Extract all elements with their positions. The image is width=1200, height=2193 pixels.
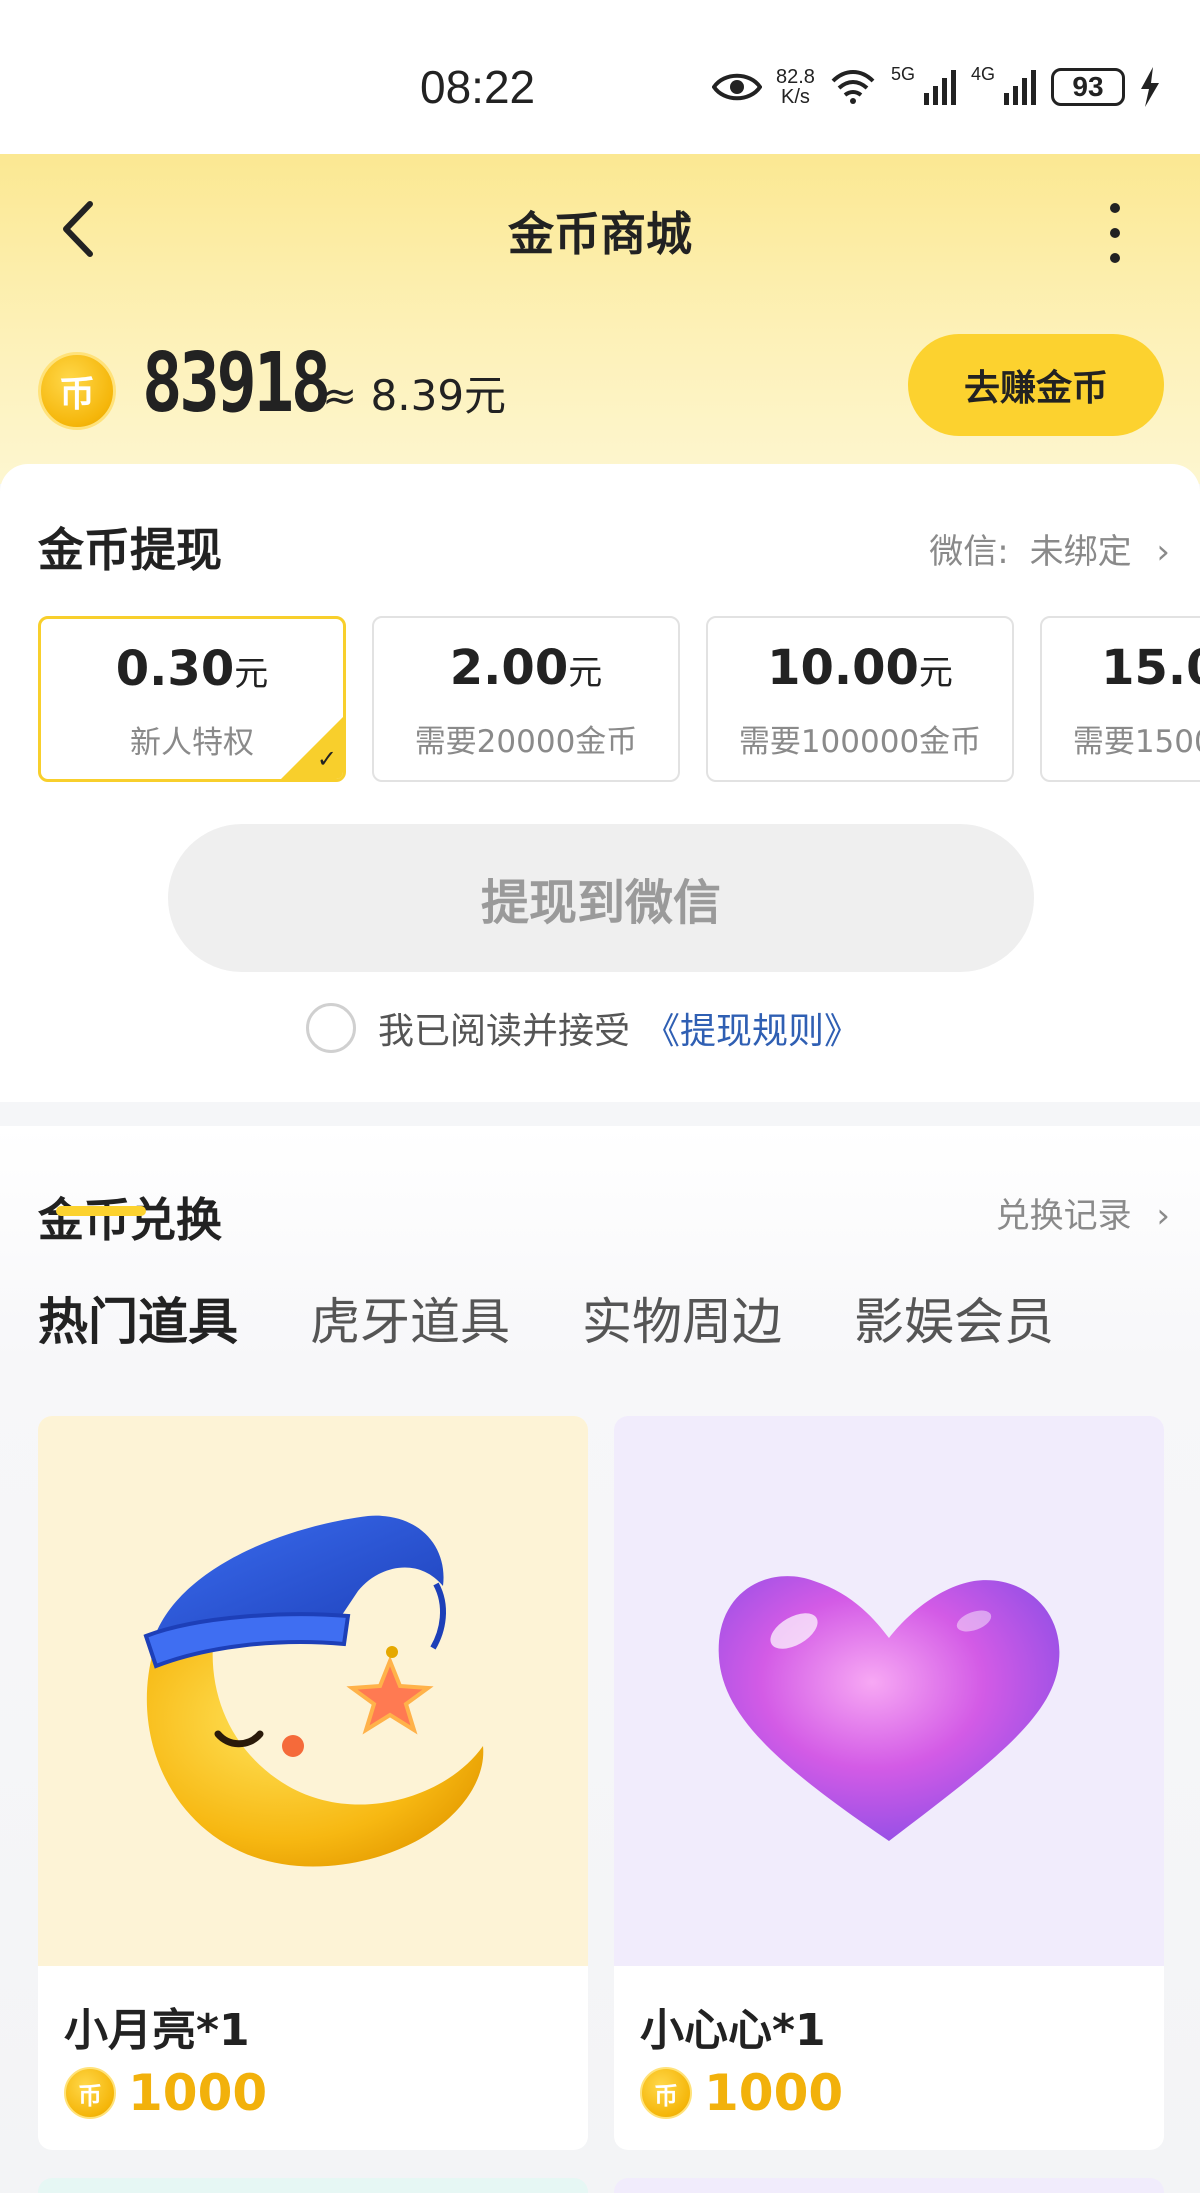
agree-checkbox[interactable]: [306, 1003, 356, 1053]
agreement-row: 我已阅读并接受 《提现规则》: [306, 1000, 860, 1056]
more-vertical-icon[interactable]: [1098, 198, 1132, 268]
page-title: 金币商城: [508, 207, 692, 261]
signal-4g-icon: [1003, 70, 1036, 105]
tab-merch[interactable]: 实物周边: [582, 1282, 782, 1354]
exchange-tabs: 热门道具 虎牙道具 实物周边 影娱会员: [38, 1282, 1054, 1354]
agree-text: 我已阅读并接受: [378, 1011, 631, 1052]
coin-icon: 币: [64, 2067, 116, 2119]
net-speed: 82.8 K/s: [776, 66, 815, 108]
exchange-title: 金币兑换: [38, 1193, 222, 1247]
status-bar: 08:22 82.8 K/s 5G 4G 93: [0, 0, 1200, 154]
withdraw-option[interactable]: 2.00元 需要20000金币: [372, 616, 680, 782]
chevron-right-icon: ›: [1156, 1196, 1170, 1236]
bind-status: 未绑定: [1029, 532, 1132, 572]
next-item-card-peek: [614, 2178, 1164, 2193]
withdraw-option[interactable]: 15.00元 需要150000金币: [1040, 616, 1200, 782]
heart-icon: [614, 1416, 1164, 1966]
bind-label: 微信:: [929, 532, 1009, 572]
exchange-history-link[interactable]: 兑换记录 ›: [996, 1188, 1170, 1237]
chevron-right-icon: ›: [1156, 532, 1170, 572]
exchange-item-card[interactable]: 小心心*1 币 1000: [614, 1416, 1164, 2150]
tab-hot-items[interactable]: 热门道具: [38, 1282, 238, 1354]
price-value: 1000: [704, 2064, 844, 2122]
next-item-card-peek: [38, 2178, 588, 2193]
coin-value-approx: ≈ 8.39元: [322, 371, 507, 420]
exchange-item-card[interactable]: 小月亮*1 币 1000: [38, 1416, 588, 2150]
coin-icon: 币: [38, 352, 116, 430]
withdraw-to-wechat-button[interactable]: 提现到微信: [168, 824, 1034, 972]
coin-icon: 币: [640, 2067, 692, 2119]
earn-coins-button[interactable]: 去赚金币: [908, 334, 1164, 436]
status-icons: 82.8 K/s 5G 4G 93: [712, 62, 1161, 112]
withdraw-title: 金币提现: [38, 523, 222, 577]
exchange-section: 金币兑换 兑换记录 › 热门道具 虎牙道具 实物周边 影娱会员 小月亮*1 币 …: [0, 1126, 1200, 2193]
item-price: 币 1000: [64, 2064, 267, 2122]
signal-4g-label: 4G: [970, 64, 995, 84]
withdraw-section: 金币提现 微信: 未绑定 › 0.30元 新人特权 ✓ 2.00元 需要2000…: [0, 464, 1200, 1102]
item-name: 小心心*1: [640, 2005, 826, 2056]
header: 金币商城 币 83918 ≈ 8.39元 去赚金币: [0, 154, 1200, 484]
withdraw-option[interactable]: 0.30元 新人特权 ✓: [38, 616, 346, 782]
price-value: 1000: [128, 2064, 268, 2122]
withdraw-option[interactable]: 10.00元 需要100000金币: [706, 616, 1014, 782]
wifi-icon: [831, 70, 875, 104]
wechat-bind-link[interactable]: 微信: 未绑定 ›: [929, 524, 1170, 573]
item-price: 币 1000: [640, 2064, 843, 2122]
tab-huya-items[interactable]: 虎牙道具: [310, 1282, 510, 1354]
battery-indicator: 93: [1050, 68, 1125, 106]
item-name: 小月亮*1: [64, 2005, 250, 2056]
signal-5g-icon: [923, 70, 956, 105]
tab-vip[interactable]: 影娱会员: [854, 1282, 1054, 1354]
coin-balance: 83918: [142, 336, 331, 431]
eye-icon: [712, 73, 762, 101]
history-label: 兑换记录: [995, 1196, 1132, 1236]
check-icon: ✓: [316, 745, 337, 773]
moon-sleeping-icon: [38, 1416, 588, 1966]
charging-icon: [1140, 67, 1159, 107]
withdraw-amount-options: 0.30元 新人特权 ✓ 2.00元 需要20000金币 10.00元 需要10…: [38, 616, 1200, 786]
status-time: 08:22: [420, 61, 536, 113]
withdraw-rules-link[interactable]: 《提现规则》: [644, 1002, 860, 1054]
active-tab-indicator: [56, 1206, 146, 1216]
signal-5g-label: 5G: [890, 64, 915, 84]
